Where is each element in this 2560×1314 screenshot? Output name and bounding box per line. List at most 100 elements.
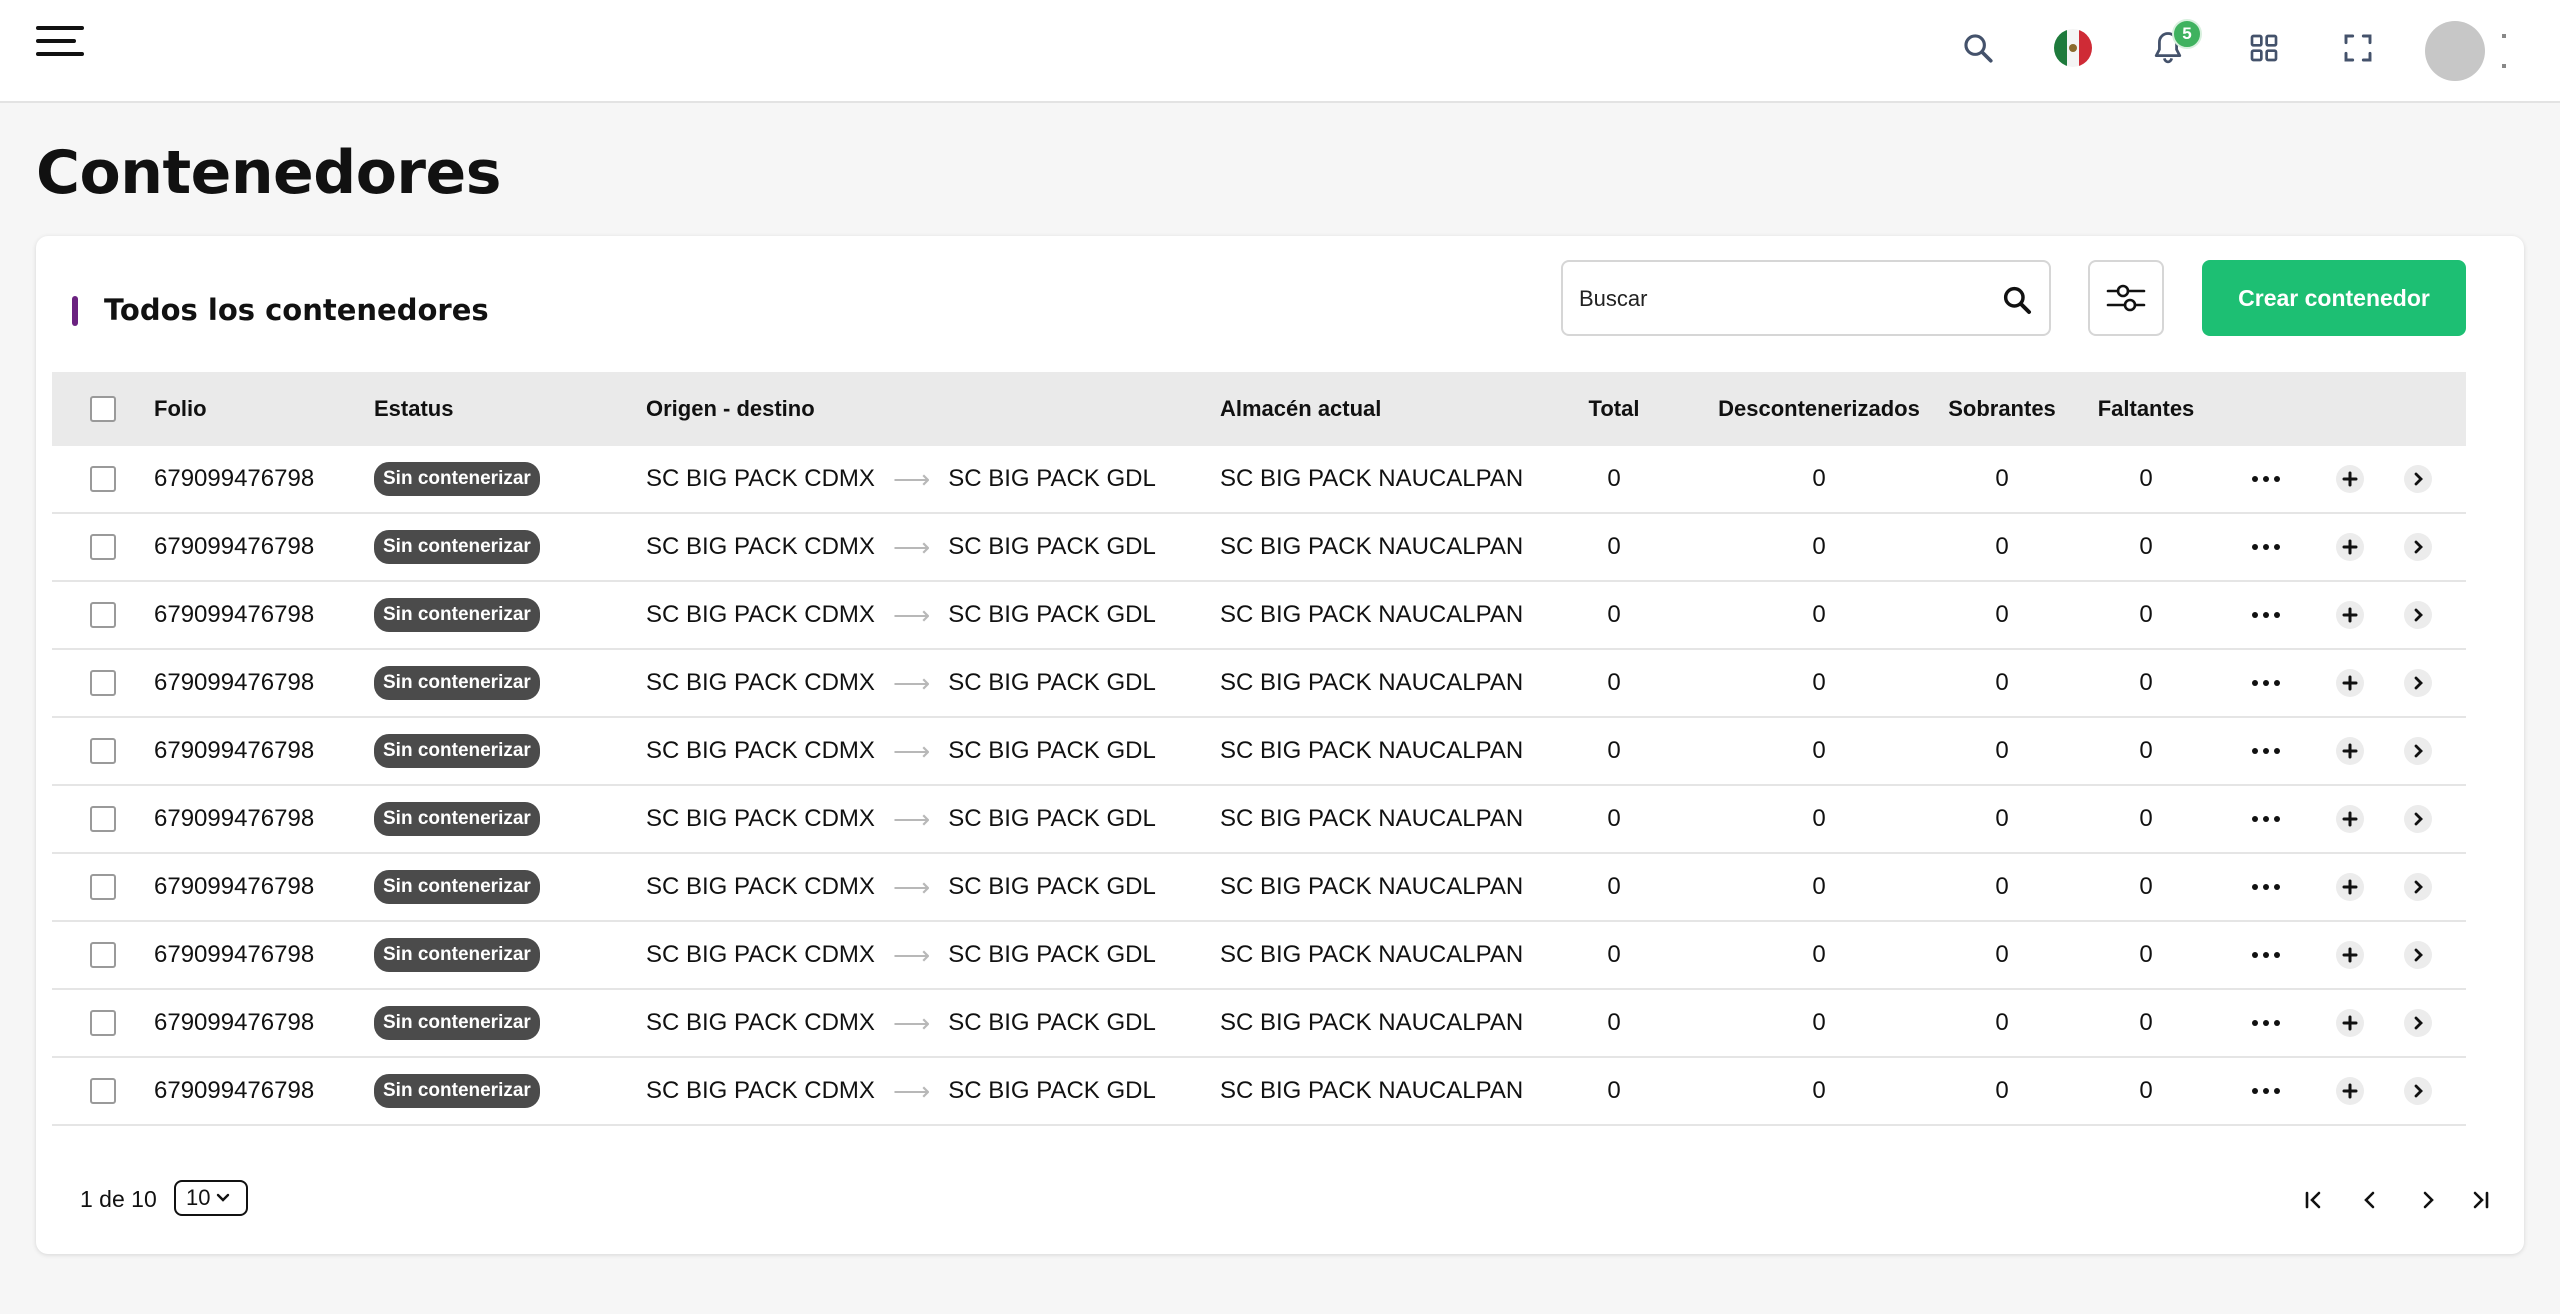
column-header-folio[interactable]: Folio (154, 372, 207, 446)
destination-cell: SC BIG PACK GDL (948, 1009, 1156, 1036)
column-header-surplus[interactable]: Sobrantes (1932, 372, 2072, 446)
origin-cell: SC BIG PACK CDMX (646, 1077, 875, 1104)
origin-cell: SC BIG PACK CDMX (646, 601, 875, 628)
last-page-button[interactable] (2462, 1182, 2498, 1218)
surplus-cell: 0 (1995, 465, 2009, 492)
user-menu-icon[interactable] (2502, 30, 2506, 70)
column-header-status[interactable]: Estatus (374, 372, 453, 446)
search-input[interactable] (1579, 282, 1979, 316)
add-icon[interactable] (2336, 941, 2364, 969)
previous-page-button[interactable] (2352, 1182, 2388, 1218)
more-options-icon[interactable] (2244, 740, 2288, 762)
chevron-right-icon[interactable] (2404, 941, 2432, 969)
total-cell: 0 (1607, 1077, 1621, 1104)
more-options-icon[interactable] (2244, 604, 2288, 626)
row-checkbox[interactable] (90, 738, 116, 764)
add-icon[interactable] (2336, 533, 2364, 561)
table-row[interactable]: 679099476798 Sin contenerizar SC BIG PACK … (52, 446, 2466, 514)
missing-cell: 0 (2139, 601, 2153, 628)
next-page-button[interactable] (2410, 1182, 2446, 1218)
column-header-decontainerized[interactable]: Descontenerizados (1684, 372, 1954, 446)
more-options-icon[interactable] (2244, 944, 2288, 966)
add-icon[interactable] (2336, 737, 2364, 765)
top-bar: 5 (0, 0, 2560, 103)
avatar[interactable] (2425, 21, 2485, 81)
chevron-right-icon[interactable] (2404, 669, 2432, 697)
table-row[interactable]: 679099476798 Sin contenerizar SC BIG PACK … (52, 786, 2466, 854)
more-options-icon[interactable] (2244, 808, 2288, 830)
add-icon[interactable] (2336, 873, 2364, 901)
column-header-route[interactable]: Origen - destino (646, 372, 815, 446)
fullscreen-icon[interactable] (2334, 24, 2382, 72)
chevron-right-icon[interactable] (2404, 737, 2432, 765)
chevron-right-icon[interactable] (2404, 1077, 2432, 1105)
folio-cell: 679099476798 (154, 465, 315, 492)
status-badge: Sin contenerizar (374, 462, 540, 496)
warehouse-cell: SC BIG PACK NAUCALPAN (1220, 533, 1524, 560)
row-checkbox[interactable] (90, 1078, 116, 1104)
chevron-right-icon[interactable] (2404, 873, 2432, 901)
row-checkbox[interactable] (90, 806, 116, 832)
chevron-right-icon[interactable] (2404, 601, 2432, 629)
column-header-total[interactable]: Total (1574, 372, 1654, 446)
more-options-icon[interactable] (2244, 876, 2288, 898)
more-options-icon[interactable] (2244, 672, 2288, 694)
column-header-missing[interactable]: Faltantes (2074, 372, 2218, 446)
add-icon[interactable] (2336, 601, 2364, 629)
first-page-button[interactable] (2296, 1182, 2332, 1218)
add-icon[interactable] (2336, 465, 2364, 493)
menu-icon[interactable] (36, 26, 84, 58)
add-icon[interactable] (2336, 805, 2364, 833)
chevron-right-icon[interactable] (2404, 533, 2432, 561)
destination-cell: SC BIG PACK GDL (948, 601, 1156, 628)
mexico-flag-icon[interactable] (2049, 24, 2097, 72)
create-container-button[interactable]: Crear contenedor (2202, 260, 2466, 336)
table-row[interactable]: 679099476798 Sin contenerizar SC BIG PACK … (52, 514, 2466, 582)
table-row[interactable]: 679099476798 Sin contenerizar SC BIG PACK … (52, 922, 2466, 990)
destination-cell: SC BIG PACK GDL (948, 533, 1156, 560)
sliders-icon (2106, 284, 2146, 312)
table-body: 679099476798 Sin contenerizar SC BIG PACK … (52, 446, 2466, 1126)
apps-grid-icon[interactable] (2240, 24, 2288, 72)
missing-cell: 0 (2139, 873, 2153, 900)
pagination-text: 1 de 10 (80, 1186, 157, 1212)
table-row[interactable]: 679099476798 Sin contenerizar SC BIG PACK … (52, 1058, 2466, 1126)
decontainerized-cell: 0 (1812, 1009, 1826, 1036)
decontainerized-cell: 0 (1812, 941, 1826, 968)
table-row[interactable]: 679099476798 Sin contenerizar SC BIG PACK … (52, 650, 2466, 718)
row-checkbox[interactable] (90, 942, 116, 968)
row-checkbox[interactable] (90, 1010, 116, 1036)
select-all-checkbox[interactable] (90, 396, 116, 422)
filter-button[interactable] (2088, 260, 2164, 336)
more-options-icon[interactable] (2244, 536, 2288, 558)
search-icon[interactable] (2001, 284, 2033, 316)
chevron-down-icon (217, 1193, 230, 1202)
table-row[interactable]: 679099476798 Sin contenerizar SC BIG PACK … (52, 990, 2466, 1058)
chevron-right-icon[interactable] (2404, 805, 2432, 833)
column-header-warehouse[interactable]: Almacén actual (1220, 372, 1381, 446)
chevron-right-icon[interactable] (2404, 1009, 2432, 1037)
row-checkbox[interactable] (90, 534, 116, 560)
more-options-icon[interactable] (2244, 1080, 2288, 1102)
row-checkbox[interactable] (90, 874, 116, 900)
add-icon[interactable] (2336, 1077, 2364, 1105)
decontainerized-cell: 0 (1812, 805, 1826, 832)
search-icon[interactable] (1954, 24, 2002, 72)
page-size-select[interactable]: 10 (174, 1180, 248, 1216)
more-options-icon[interactable] (2244, 1012, 2288, 1034)
decontainerized-cell: 0 (1812, 533, 1826, 560)
chevron-right-icon[interactable] (2404, 465, 2432, 493)
origin-cell: SC BIG PACK CDMX (646, 533, 875, 560)
table-row[interactable]: 679099476798 Sin contenerizar SC BIG PACK … (52, 582, 2466, 650)
more-options-icon[interactable] (2244, 468, 2288, 490)
add-icon[interactable] (2336, 1009, 2364, 1037)
table-row[interactable]: 679099476798 Sin contenerizar SC BIG PACK … (52, 854, 2466, 922)
table-row[interactable]: 679099476798 Sin contenerizar SC BIG PACK … (52, 718, 2466, 786)
row-checkbox[interactable] (90, 602, 116, 628)
notification-count-badge: 5 (2172, 19, 2202, 49)
row-checkbox[interactable] (90, 670, 116, 696)
add-icon[interactable] (2336, 669, 2364, 697)
row-checkbox[interactable] (90, 466, 116, 492)
arrow-right-icon: ⟶ (892, 531, 931, 562)
arrow-right-icon: ⟶ (892, 871, 931, 902)
